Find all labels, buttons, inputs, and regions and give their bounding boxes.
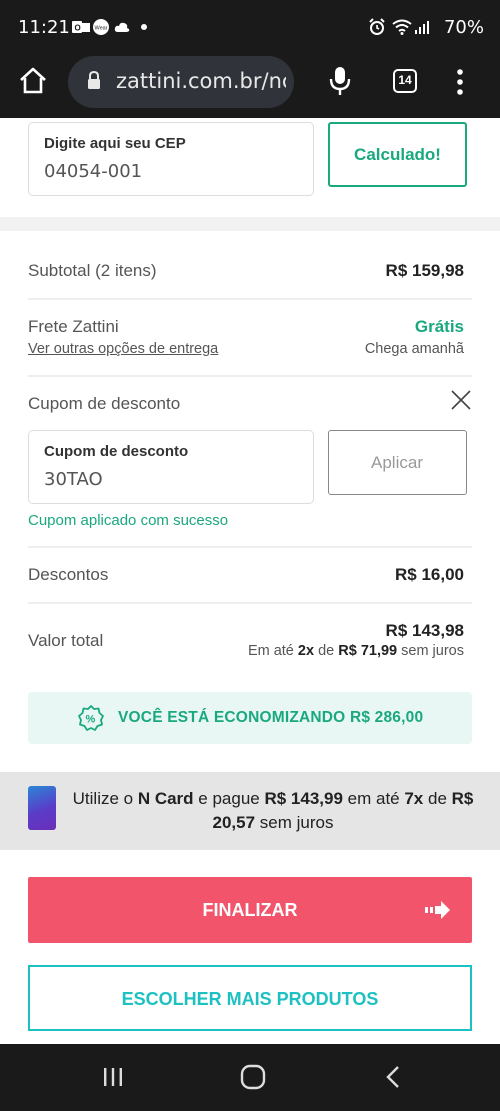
shipping-price: Grátis — [414, 317, 464, 336]
coupon-field-value: 30TAO — [44, 469, 103, 490]
installments-prefix: Em até — [247, 643, 294, 659]
battery-level: 70% — [443, 17, 484, 38]
ncard-text-part: Utilize o — [72, 789, 138, 808]
wear-icon: Wear — [92, 19, 110, 35]
installments-count: 2x — [297, 643, 315, 659]
arrow-right-icon — [425, 901, 451, 919]
coupon-field-label: Cupom de desconto — [44, 443, 189, 460]
calculate-shipping-button[interactable]: Calculado! — [328, 122, 467, 187]
discounts-value: R$ 16,00 — [395, 565, 464, 584]
shipping-label: Frete Zattini — [28, 317, 119, 336]
cep-label: Digite aqui seu CEP — [44, 135, 186, 152]
outlook-icon: O — [72, 19, 90, 35]
wifi-icon — [392, 19, 412, 35]
menu-icon[interactable] — [454, 68, 466, 96]
divider — [28, 602, 472, 604]
section-divider — [0, 217, 500, 231]
divider — [28, 546, 472, 548]
cloud-icon — [114, 19, 130, 35]
signal-icon — [414, 19, 430, 35]
ncard-text: Utilize o N Card e pague R$ 143,99 em at… — [68, 787, 478, 835]
installments-info: Em até 2x de R$ 71,99 sem juros — [248, 643, 464, 659]
url-text: zattini.com.br/nc — [116, 69, 286, 93]
continue-shopping-button[interactable]: ESCOLHER MAIS PRODUTOS — [28, 965, 472, 1031]
coupon-title: Cupom de desconto — [28, 394, 181, 413]
microphone-icon[interactable] — [328, 66, 352, 96]
coupon-field[interactable]: Cupom de desconto 30TAO — [28, 430, 314, 504]
ncard-promo: Utilize o N Card e pague R$ 143,99 em at… — [0, 772, 500, 850]
address-bar[interactable]: zattini.com.br/nc — [68, 56, 294, 108]
ncard-text-part: de — [423, 789, 452, 808]
svg-text:O: O — [75, 24, 81, 33]
status-time: 11:21 — [18, 17, 70, 38]
cep-value: 04054-001 — [44, 161, 143, 182]
apply-coupon-button[interactable]: Aplicar — [328, 430, 467, 495]
coupon-success-message: Cupom aplicado com sucesso — [28, 512, 229, 529]
calculate-shipping-label: Calculado! — [354, 145, 441, 164]
installments-amount: R$ 71,99 — [338, 643, 398, 659]
home-button-icon[interactable] — [240, 1064, 266, 1090]
finalize-button[interactable]: FINALIZAR — [28, 877, 472, 943]
svg-text:Wear: Wear — [95, 26, 108, 32]
back-icon[interactable] — [384, 1065, 402, 1089]
ncard-brand: N Card — [137, 789, 194, 808]
installments-mid: de — [318, 643, 335, 659]
installments-suffix: sem juros — [401, 643, 464, 659]
status-bar: 11:21 O Wear 70% — [0, 0, 500, 56]
finalize-label: FINALIZAR — [202, 900, 298, 920]
divider — [28, 375, 472, 377]
ncard-text-part: e pague — [193, 789, 265, 808]
ncard-text-part: em até — [342, 789, 405, 808]
shipping-eta: Chega amanhã — [364, 341, 464, 357]
browser-toolbar: zattini.com.br/nc 14 — [0, 56, 500, 118]
recent-apps-icon[interactable] — [102, 1066, 124, 1088]
alarm-icon — [368, 18, 386, 35]
home-icon[interactable] — [18, 66, 48, 96]
apply-coupon-label: Aplicar — [371, 453, 423, 472]
savings-banner: % VOCÊ ESTÁ ECONOMIZANDO R$ 286,00 — [28, 692, 472, 744]
continue-shopping-label: ESCOLHER MAIS PRODUTOS — [121, 989, 379, 1009]
svg-text:%: % — [86, 714, 96, 726]
savings-text: VOCÊ ESTÁ ECONOMIZANDO R$ 286,00 — [118, 709, 424, 726]
ncard-installments: 7x — [404, 789, 424, 808]
ncard-image — [28, 786, 56, 830]
ncard-text-part: sem juros — [255, 813, 334, 832]
shipping-options-link[interactable]: Ver outras opções de entrega — [28, 341, 218, 357]
lock-icon — [86, 70, 102, 90]
subtotal-value: R$ 159,98 — [385, 261, 464, 280]
percent-badge-icon: % — [78, 705, 104, 731]
system-nav-bar — [0, 1044, 500, 1111]
ncard-price: R$ 143,99 — [264, 789, 343, 808]
dot-icon — [140, 19, 148, 35]
subtotal-label: Subtotal (2 itens) — [28, 261, 157, 280]
cep-field[interactable]: Digite aqui seu CEP 04054-001 — [28, 122, 314, 196]
divider — [28, 298, 472, 300]
close-icon[interactable] — [451, 390, 471, 410]
discounts-label: Descontos — [28, 565, 109, 584]
total-value: R$ 143,98 — [385, 621, 464, 640]
tab-switcher-button[interactable]: 14 — [393, 69, 417, 93]
total-label: Valor total — [28, 631, 104, 650]
